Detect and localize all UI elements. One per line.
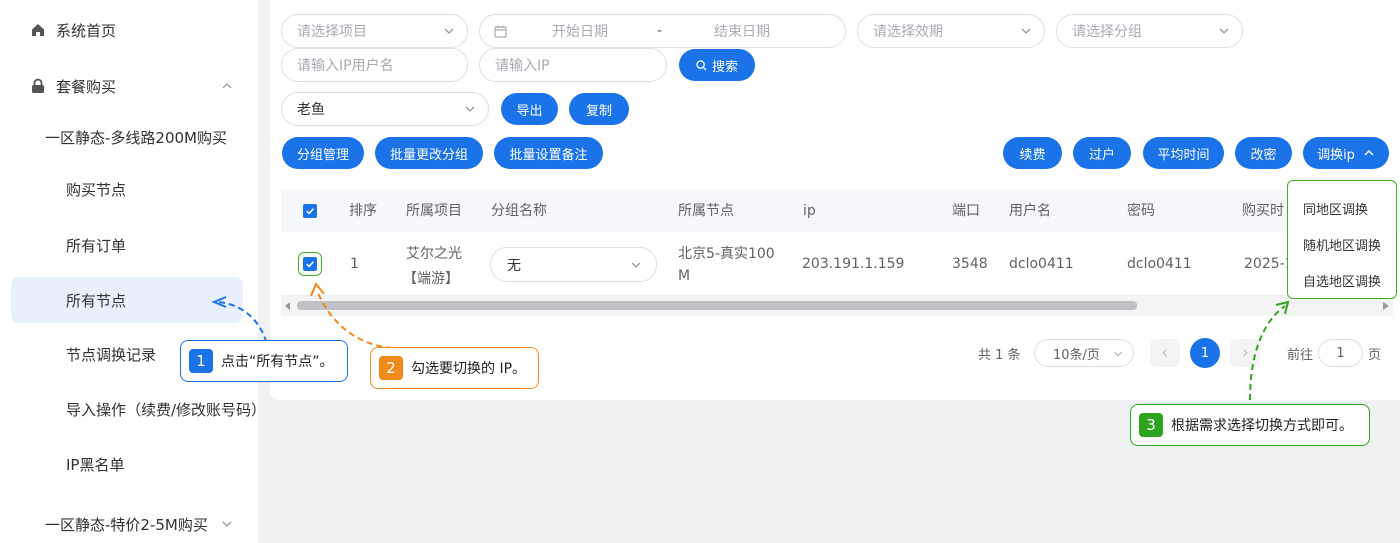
callout-step1: 1 点击“所有节点”。 <box>180 340 348 382</box>
callout-step3-text: 根据需求选择切换方式即可。 <box>1171 418 1353 434</box>
callout-step2-text: 勾选要切换的 IP。 <box>411 361 527 377</box>
callout-step1-text: 点击“所有节点”。 <box>221 354 334 370</box>
callout-step2-number: 2 <box>379 356 403 380</box>
step2-arrowhead <box>310 282 325 297</box>
annotation-arrows <box>211 282 1290 401</box>
callout-step3-number: 3 <box>1139 413 1163 437</box>
callout-step2: 2 勾选要切换的 IP。 <box>370 347 539 389</box>
callout-step1-number: 1 <box>189 349 213 373</box>
callout-step3: 3 根据需求选择切换方式即可。 <box>1130 404 1370 446</box>
step3-arrow <box>1249 305 1286 401</box>
